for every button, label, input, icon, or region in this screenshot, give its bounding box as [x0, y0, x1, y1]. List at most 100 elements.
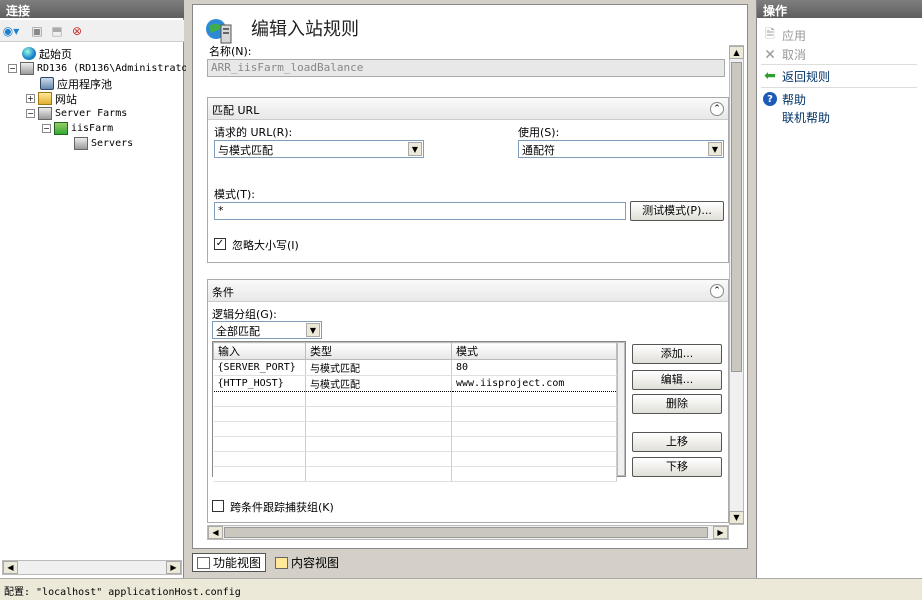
action-label: 取消: [782, 47, 807, 62]
collapse-icon[interactable]: −: [42, 124, 51, 133]
scroll-thumb[interactable]: [731, 62, 742, 372]
conditions-list[interactable]: 输入 类型 模式 {SERVER_PORT} 与模式匹配 80 {HTTP_HO…: [212, 341, 626, 482]
requested-url-select[interactable]: 与模式匹配 ▼: [214, 140, 424, 158]
logical-grouping-select[interactable]: 全部匹配 ▼: [212, 321, 322, 339]
tree-item-farm[interactable]: − iisFarm: [42, 121, 113, 136]
tree-label: 网站: [55, 92, 77, 106]
tree-item-app-pools[interactable]: 应用程序池: [40, 76, 112, 91]
up-icon[interactable]: ⬒: [49, 23, 65, 39]
content-vscroll[interactable]: ▲ ▼: [729, 45, 744, 525]
collapse-chevron-icon[interactable]: ⌃: [710, 102, 724, 116]
table-row[interactable]: {HTTP_HOST} 与模式匹配 www.iisproject.com: [213, 375, 617, 392]
action-label: 帮助: [782, 92, 807, 107]
move-up-button[interactable]: 上移: [632, 432, 722, 452]
conditions-header: 条件 ⌃: [208, 280, 728, 302]
cancel-action[interactable]: 🗙 取消: [763, 46, 806, 62]
collapse-icon[interactable]: −: [8, 64, 17, 73]
column-header-type[interactable]: 类型: [305, 342, 452, 360]
tree-item-server[interactable]: − RD136 (RD136\Administrator: [8, 61, 194, 76]
cell-input: {HTTP_HOST}: [213, 375, 306, 392]
match-url-header: 匹配 URL ⌃: [208, 98, 728, 120]
connect-globe-icon[interactable]: ◉▾: [3, 23, 20, 39]
using-select[interactable]: 通配符 ▼: [518, 140, 724, 158]
logical-grouping-label: 逻辑分组(G):: [212, 308, 277, 321]
group-title: 匹配 URL: [212, 104, 260, 117]
back-to-rules-action[interactable]: ⬅ 返回规则: [763, 68, 830, 84]
table-row-empty: [213, 436, 617, 452]
tree-label: 应用程序池: [57, 77, 112, 91]
collapse-chevron-icon[interactable]: ⌃: [710, 284, 724, 298]
actions-pane: 操作 🗎 应用 🗙 取消 ⬅ 返回规则 ? 帮助 联机帮助: [756, 0, 922, 578]
cell-pattern: www.iisproject.com: [451, 375, 617, 392]
back-arrow-icon: ⬅: [764, 68, 776, 84]
scroll-down-icon[interactable]: ▼: [729, 511, 744, 524]
tree-item-servers[interactable]: Servers: [74, 136, 133, 151]
tree-label: 起始页: [39, 47, 72, 61]
main-pane: 编辑入站规则 名称(N): ARR_iisFarm_loadBalance 匹配…: [186, 0, 754, 578]
status-bar: 配置: "localhost" applicationHost.config: [0, 578, 922, 600]
save-icon[interactable]: ▣: [29, 23, 45, 39]
tab-label: 功能视图: [213, 556, 262, 570]
ignore-case-label: 忽略大小写(I): [232, 239, 299, 252]
table-row[interactable]: {SERVER_PORT} 与模式匹配 80: [213, 359, 617, 376]
tree-item-sites[interactable]: + 网站: [26, 91, 77, 106]
action-label: 应用: [782, 28, 807, 43]
scroll-thumb[interactable]: [224, 527, 708, 538]
cell-type: 与模式匹配: [305, 375, 452, 392]
group-title: 条件: [212, 286, 234, 299]
scroll-right-icon[interactable]: ▶: [166, 561, 181, 574]
expand-icon[interactable]: +: [26, 94, 35, 103]
tree-item-server-farms[interactable]: − Server Farms: [26, 106, 127, 121]
tab-content-view[interactable]: 内容视图: [270, 553, 344, 572]
remove-condition-button[interactable]: 删除: [632, 394, 722, 414]
scroll-right-icon[interactable]: ▶: [713, 526, 728, 539]
move-down-button[interactable]: 下移: [632, 457, 722, 477]
scroll-up-icon[interactable]: ▲: [729, 46, 744, 59]
content-view-icon: [275, 556, 289, 569]
dropdown-arrow-icon[interactable]: ▼: [408, 142, 422, 156]
help-action[interactable]: ? 帮助: [763, 91, 806, 107]
online-help-action[interactable]: 联机帮助: [782, 109, 830, 125]
conditions-table: 输入 类型 模式 {SERVER_PORT} 与模式匹配 80 {HTTP_HO…: [213, 342, 617, 482]
column-header-pattern[interactable]: 模式: [451, 342, 617, 360]
table-row-empty: [213, 391, 617, 407]
page-title: 编辑入站规则: [251, 19, 359, 40]
cell-type: 与模式匹配: [305, 359, 452, 376]
scroll-left-icon[interactable]: ◀: [208, 526, 223, 539]
edit-condition-button[interactable]: 编辑...: [632, 370, 722, 390]
connections-hscroll[interactable]: ◀ ▶: [2, 560, 182, 575]
table-row-empty: [213, 406, 617, 422]
track-capture-checkbox[interactable]: [212, 500, 224, 512]
test-pattern-button[interactable]: 测试模式(P)...: [630, 201, 724, 221]
dropdown-arrow-icon[interactable]: ▼: [306, 323, 320, 337]
servers-icon: [74, 137, 88, 150]
content-hscroll[interactable]: ◀ ▶: [207, 525, 729, 540]
cell-input: {SERVER_PORT}: [213, 359, 306, 376]
rule-globe-icon: [206, 19, 232, 44]
name-field[interactable]: ARR_iisFarm_loadBalance: [207, 59, 725, 77]
tree-item-start-page[interactable]: 起始页: [22, 46, 72, 61]
scroll-left-icon[interactable]: ◀: [3, 561, 18, 574]
disconnect-icon[interactable]: ⊗: [69, 23, 85, 39]
column-header-input[interactable]: 输入: [213, 342, 306, 360]
add-condition-button[interactable]: 添加...: [632, 344, 722, 364]
tab-features-view[interactable]: 功能视图: [192, 553, 267, 572]
apply-action[interactable]: 🗎 应用: [763, 27, 806, 43]
actions-header: 操作: [757, 0, 922, 18]
ignore-case-checkbox[interactable]: ✓: [214, 238, 226, 250]
cell-pattern: 80: [451, 359, 617, 376]
action-label: 返回规则: [782, 69, 831, 84]
features-view-icon: [197, 556, 210, 569]
tree-label: RD136 (RD136\Administrator: [37, 63, 194, 74]
table-row-empty: [213, 466, 617, 482]
pattern-input[interactable]: *: [214, 202, 626, 220]
collapse-icon[interactable]: −: [26, 109, 35, 118]
dropdown-arrow-icon[interactable]: ▼: [708, 142, 722, 156]
conditions-vscroll[interactable]: [617, 342, 625, 476]
select-value: 与模式匹配: [218, 144, 273, 157]
select-value: 通配符: [522, 144, 555, 157]
connections-toolbar: ◉▾ ▣ ⬒ ⊗: [0, 20, 184, 42]
select-value: 全部匹配: [216, 325, 260, 338]
connections-header: 连接: [0, 0, 184, 18]
table-row-empty: [213, 451, 617, 467]
